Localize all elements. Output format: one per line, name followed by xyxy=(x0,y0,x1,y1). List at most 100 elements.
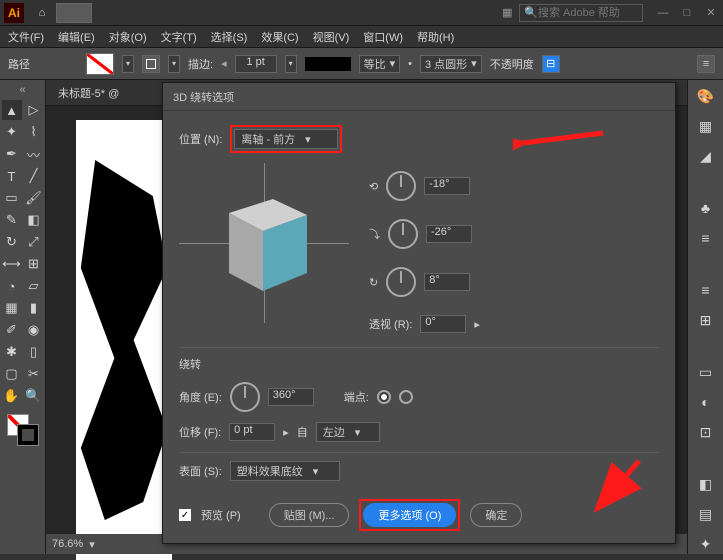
graph-tool[interactable]: ▯ xyxy=(24,342,44,362)
pen-tool[interactable]: ✒ xyxy=(2,144,22,164)
width-tool[interactable]: ⟷ xyxy=(2,254,22,274)
position-dropdown[interactable]: 离轴 - 前方▾ xyxy=(234,129,338,149)
align-icon[interactable]: ⊟ xyxy=(542,55,560,73)
free-transform-tool[interactable]: ⊞ xyxy=(24,254,44,274)
curvature-tool[interactable]: 〰 xyxy=(24,144,44,164)
color-panel-icon[interactable]: 🎨 xyxy=(696,86,716,106)
shaper-tool[interactable]: ✎ xyxy=(2,210,22,230)
libraries-panel-icon[interactable]: ▤ xyxy=(696,504,716,524)
scale-tool[interactable]: ⤢ xyxy=(24,232,44,252)
menu-effect[interactable]: 效果(C) xyxy=(261,29,298,45)
perspective-stepper[interactable]: ▸ xyxy=(474,318,480,331)
transform-panel-icon[interactable]: ▭ xyxy=(696,362,716,382)
rectangle-tool[interactable]: ▭ xyxy=(2,188,22,208)
properties-panel-icon[interactable]: ✦ xyxy=(696,534,716,554)
doc-grid-icon[interactable]: ▦ xyxy=(499,5,515,21)
selection-tool[interactable]: ▲ xyxy=(2,100,22,120)
menu-view[interactable]: 视图(V) xyxy=(313,29,350,45)
line-tool[interactable]: ╱ xyxy=(24,166,44,186)
rot-x-dial[interactable] xyxy=(386,171,416,201)
appearance-panel-icon[interactable]: ◐ xyxy=(696,392,716,412)
search-input[interactable] xyxy=(538,7,638,19)
symbol-sprayer-tool[interactable]: ✱ xyxy=(2,342,22,362)
home-icon[interactable]: ⌂ xyxy=(32,3,52,23)
panel-menu-icon[interactable]: ≡ xyxy=(697,55,715,73)
rot-z-dial[interactable] xyxy=(386,267,416,297)
close-button[interactable]: ✕ xyxy=(703,5,719,21)
ok-button[interactable]: 确定 xyxy=(470,503,522,527)
stroke-panel-icon[interactable]: ≡ xyxy=(696,280,716,300)
stroke-profile[interactable] xyxy=(305,57,351,71)
more-options-button[interactable]: 更多选项 (O) xyxy=(363,503,456,527)
eyedropper-tool[interactable]: ✐ xyxy=(2,320,22,340)
brushes-panel-icon[interactable]: ≡ xyxy=(696,228,716,248)
offset-value[interactable]: 0 pt xyxy=(229,423,275,441)
menu-type[interactable]: 文字(T) xyxy=(161,29,197,45)
menu-window[interactable]: 窗口(W) xyxy=(363,29,403,45)
mesh-tool[interactable]: ▦ xyxy=(2,298,22,318)
cube-preview[interactable] xyxy=(179,163,349,323)
direct-selection-tool[interactable]: ▷ xyxy=(24,100,44,120)
fill-dd[interactable]: ▾ xyxy=(122,55,134,73)
stroke-swatch[interactable] xyxy=(142,55,160,73)
brush-dd[interactable]: 3 点圆形▾ xyxy=(420,55,482,73)
stroke-width-dd[interactable]: ▾ xyxy=(285,55,297,73)
rot-z-value[interactable]: 8° xyxy=(424,273,470,291)
fill-swatch[interactable] xyxy=(86,53,114,75)
cap-label: 端点: xyxy=(344,389,369,405)
rot-x-value[interactable]: -18° xyxy=(424,177,470,195)
fill-stroke-control[interactable] xyxy=(7,414,39,446)
gradient-tool[interactable]: ▮ xyxy=(24,298,44,318)
perspective-tool[interactable]: ▱ xyxy=(24,276,44,296)
hand-tool[interactable]: ✋ xyxy=(2,386,22,406)
graphic-styles-panel-icon[interactable]: ⊡ xyxy=(696,422,716,442)
menu-file[interactable]: 文件(F) xyxy=(8,29,44,45)
search-box[interactable]: 🔍 xyxy=(519,4,643,22)
vector-shape[interactable] xyxy=(76,160,172,520)
gradient-panel-icon[interactable]: ◢ xyxy=(696,146,716,166)
zoom-level[interactable]: 76.6% xyxy=(52,538,83,550)
menu-help[interactable]: 帮助(H) xyxy=(417,29,454,45)
stroke-dd[interactable]: ▾ xyxy=(168,55,180,73)
zoom-tool[interactable]: 🔍 xyxy=(24,386,44,406)
rot-y-value[interactable]: -26° xyxy=(426,225,472,243)
artboard-tool[interactable]: ▢ xyxy=(2,364,22,384)
zoom-dd-icon[interactable]: ▾ xyxy=(89,538,95,551)
lasso-tool[interactable]: ⌇ xyxy=(24,122,44,142)
type-tool[interactable]: T xyxy=(2,166,22,186)
eraser-tool[interactable]: ◧ xyxy=(24,210,44,230)
preview-checkbox[interactable]: ✓ xyxy=(179,509,191,521)
slice-tool[interactable]: ✂ xyxy=(24,364,44,384)
symbols-panel-icon[interactable]: ♣ xyxy=(696,198,716,218)
stroke-width[interactable]: 1 pt xyxy=(235,55,277,73)
menu-select[interactable]: 选择(S) xyxy=(211,29,248,45)
menu-object[interactable]: 对象(O) xyxy=(109,29,147,45)
angle-value[interactable]: 360° xyxy=(268,388,314,406)
annotation-arrow-1 xyxy=(513,125,613,155)
rotate-tool[interactable]: ↻ xyxy=(2,232,22,252)
perspective-value[interactable]: 0° xyxy=(420,315,466,333)
tools-expand-icon[interactable]: « xyxy=(19,84,25,96)
cap-on[interactable] xyxy=(377,390,391,404)
map-art-button[interactable]: 贴图 (M)... xyxy=(269,503,350,527)
document-tab[interactable]: 未标题-5* @ xyxy=(50,85,127,101)
shape-builder-tool[interactable]: ◔ xyxy=(2,276,22,296)
swatches-panel-icon[interactable]: ▦ xyxy=(696,116,716,136)
offset-stepper[interactable]: ▸ xyxy=(283,426,289,439)
from-dropdown[interactable]: 左边▾ xyxy=(316,422,380,442)
maximize-button[interactable]: □ xyxy=(679,5,695,21)
surface-dropdown[interactable]: 塑料效果底纹▾ xyxy=(230,461,340,481)
ratio-dd[interactable]: 等比▾ xyxy=(359,55,401,73)
minimize-button[interactable]: — xyxy=(655,5,671,21)
align-panel-icon[interactable]: ⊞ xyxy=(696,310,716,330)
paintbrush-tool[interactable]: 🖌 xyxy=(24,188,44,208)
rot-y-dial[interactable] xyxy=(388,219,418,249)
cap-off[interactable] xyxy=(399,390,413,404)
angle-dial[interactable] xyxy=(230,382,260,412)
menu-edit[interactable]: 编辑(E) xyxy=(58,29,95,45)
layout-dropdown[interactable] xyxy=(56,3,92,23)
stroke-stepper-down[interactable]: ◂ xyxy=(221,57,227,70)
layers-panel-icon[interactable]: ◧ xyxy=(696,474,716,494)
magic-wand-tool[interactable]: ✦ xyxy=(2,122,22,142)
blend-tool[interactable]: ◉ xyxy=(24,320,44,340)
